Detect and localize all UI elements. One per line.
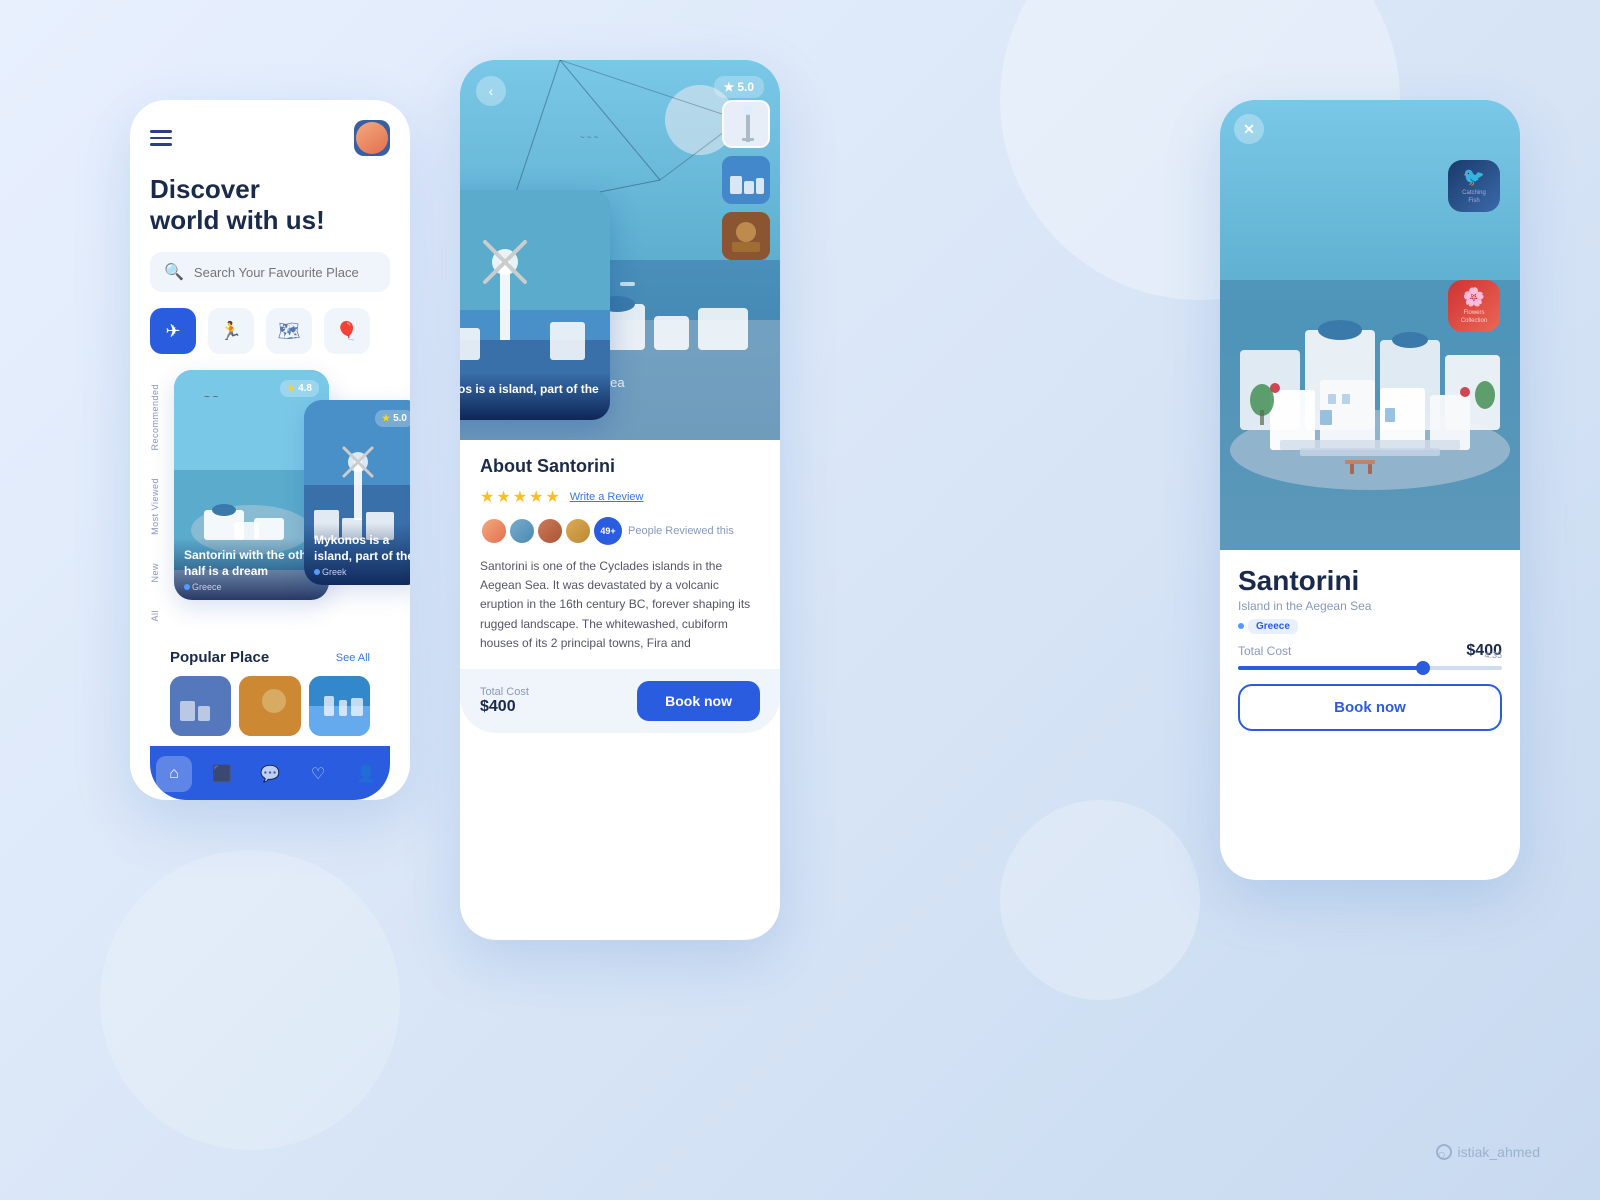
category-flights[interactable]: ✈	[150, 308, 196, 354]
close-button[interactable]: ✕	[1234, 114, 1264, 144]
card-santorini-rating: ★ 4.8	[280, 380, 319, 397]
phone3-hero-image: ✕ 🐦 Catching Fish 🌸 Flowers Collection	[1220, 100, 1520, 550]
svg-text:~ ~: ~ ~	[204, 392, 219, 403]
phone3-place-name: Santorini	[1238, 566, 1502, 597]
mykonos-card-info: Mykonos is a island, part of the Greek	[460, 372, 610, 420]
reviewer-avatar-2	[508, 517, 536, 545]
label-most-viewed: Most Viewed	[150, 478, 160, 535]
reviewers-row: 49+ People Reviewed this	[480, 517, 760, 545]
label-all: All	[150, 610, 160, 622]
label-recommended: Recommended	[150, 384, 160, 451]
thumbnail-strip	[722, 100, 770, 260]
popular-images	[170, 676, 370, 736]
phone2: ~ ~ ~ ‹ ★ 5.0	[460, 60, 780, 940]
watermark-text: istiak_ahmed	[1458, 1144, 1541, 1160]
phone3-cost-row: Total Cost $400	[1238, 642, 1502, 660]
app-icon-catching-fish[interactable]: 🐦 Catching Fish	[1448, 160, 1500, 212]
book-bar: Total Cost $400 Book now	[460, 669, 780, 733]
bottom-nav: ⌂ ⬛ 💬 ♡ 👤	[150, 746, 390, 800]
mykonos-overlay-card[interactable]: ★ 5.0 Mykonos is a island, part of the G…	[460, 190, 610, 420]
side-labels: Recommended Most Viewed New All	[150, 370, 166, 635]
phone3-subtitle: Island in the Aegean Sea	[1238, 599, 1502, 613]
popular-title: Popular Place	[170, 649, 269, 666]
see-all-link[interactable]: See All	[336, 652, 370, 664]
phone3: ✕ 🐦 Catching Fish 🌸 Flowers Collection	[1220, 100, 1520, 880]
phone3-book-button[interactable]: Book now	[1238, 684, 1502, 731]
category-row: ✈ 🏃 🗺 🎈	[150, 308, 390, 354]
description-text: Santorini is one of the Cyclades islands…	[480, 557, 760, 653]
card-mykonos[interactable]: ★ 5.0 Mykonos is a island, part of the G…	[304, 400, 410, 585]
cost-section: Total Cost $400	[480, 686, 529, 716]
reviewer-count: 49+	[594, 517, 622, 545]
cards-section: Recommended Most Viewed New All	[150, 370, 390, 635]
star-icon: ★	[724, 80, 735, 94]
watermark-icon: ○	[1436, 1144, 1452, 1160]
thumbnail-2[interactable]	[722, 156, 770, 204]
price-slider[interactable]: 4:35	[1238, 666, 1502, 670]
phone1-header	[150, 120, 390, 156]
search-icon: 🔍	[164, 262, 184, 282]
nav-chat[interactable]: 💬	[252, 756, 288, 792]
about-title: About Santorini	[480, 456, 760, 477]
category-hiking[interactable]: 🏃	[208, 308, 254, 354]
search-bar[interactable]: 🔍	[150, 252, 390, 292]
popular-section: Popular Place See All	[150, 635, 390, 746]
nav-map[interactable]: ⬛	[204, 756, 240, 792]
cards-area: ~ ~ ★ 4.8 Santorini with the other half …	[174, 370, 390, 635]
phone3-bottom: Santorini Island in the Aegean Sea Greec…	[1220, 550, 1520, 741]
search-input[interactable]	[194, 265, 376, 280]
book-now-button[interactable]: Book now	[637, 681, 760, 721]
svg-text:~ ~ ~: ~ ~ ~	[580, 133, 599, 142]
phone2-details: About Santorini ★★★★★ Write a Review 49+…	[460, 440, 780, 669]
page-title: Discover world with us!	[150, 174, 390, 236]
phone2-hero-image: ~ ~ ~ ‹ ★ 5.0	[460, 60, 780, 440]
app-icon-flowers[interactable]: 🌸 Flowers Collection	[1448, 280, 1500, 332]
label-new: New	[150, 563, 160, 583]
category-balloons[interactable]: 🎈	[324, 308, 370, 354]
phone1: Discover world with us! 🔍 ✈ 🏃 🗺 🎈 Recomm…	[130, 100, 410, 800]
nav-profile[interactable]: 👤	[348, 756, 384, 792]
nav-heart[interactable]: ♡	[300, 756, 336, 792]
avatar[interactable]	[354, 120, 390, 156]
reviewer-avatar-4	[564, 517, 592, 545]
reviewer-avatar-1	[480, 517, 508, 545]
popular-img-2[interactable]	[239, 676, 300, 736]
card-mykonos-info: Mykonos is a island, part of the Greek	[304, 523, 410, 585]
card-mykonos-rating: ★ 5.0	[375, 410, 410, 427]
menu-icon[interactable]	[150, 130, 172, 146]
phone3-location: Greece	[1238, 619, 1502, 634]
popular-img-3[interactable]	[309, 676, 370, 736]
category-maps[interactable]: 🗺	[266, 308, 312, 354]
back-button[interactable]: ‹	[476, 76, 506, 106]
write-review-link[interactable]: Write a Review	[570, 491, 644, 503]
reviewer-avatar-3	[536, 517, 564, 545]
nav-home[interactable]: ⌂	[156, 756, 192, 792]
rating-badge: ★ 5.0	[714, 76, 764, 98]
watermark: ○ istiak_ahmed	[1436, 1144, 1541, 1160]
popular-img-1[interactable]	[170, 676, 231, 736]
thumbnail-1[interactable]	[722, 100, 770, 148]
reviewed-text: People Reviewed this	[628, 525, 734, 537]
stars: ★★★★★	[480, 487, 562, 507]
thumbnail-3[interactable]	[722, 212, 770, 260]
stars-row: ★★★★★ Write a Review	[480, 487, 760, 507]
